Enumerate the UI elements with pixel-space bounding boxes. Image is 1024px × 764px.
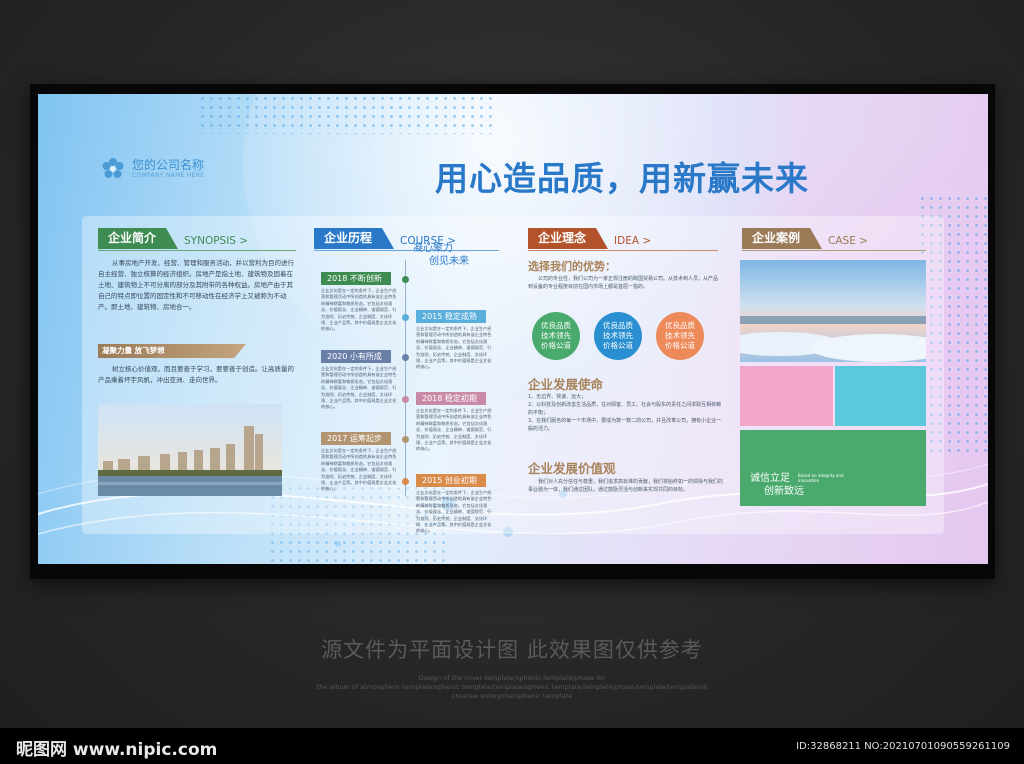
- timeline-text: 企业文化是在一定的条件下，企业生产经营和管理活动中所创造的具有该企业特色的精神财…: [321, 448, 397, 492]
- watermark-line-1: Design of the cover template/sphenic tem…: [418, 674, 606, 682]
- circle-line-3: 价格公道: [541, 341, 571, 350]
- case-pink-block: [740, 366, 833, 426]
- value-title: 企业发展价值观: [528, 461, 616, 476]
- synopsis-en: SYNOPSIS >: [184, 235, 249, 247]
- mission-item: 1、无边界、快速、远大；: [528, 394, 587, 400]
- timeline-text: 企业文化是在一定的条件下，企业生产经营和管理活动中所创造的具有该企业特色的精神财…: [416, 490, 492, 534]
- case-slogan-1: 诚信立足: [750, 473, 790, 484]
- case-rule: [742, 250, 926, 251]
- course-rule: [314, 250, 499, 251]
- timeline-text: 企业文化是在一定的条件下，企业生产经营和管理活动中所创造的具有该企业特色的精神财…: [416, 326, 492, 370]
- timeline-dot: [402, 436, 409, 443]
- display-board: 您的公司名称 COMPANY NAME HERE 用心造品质，用新赢未来 企业简…: [38, 94, 988, 564]
- timeline-item: 2020 小有所成 企业文化是在一定的条件下，企业生产经营和管理活动中所创造的具…: [321, 350, 397, 411]
- circle-line-2: 技术领先: [665, 331, 695, 340]
- watermark-main: 源文件为平面设计图 此效果图仅供参考: [321, 638, 703, 662]
- watermark-line-3: creative enterprise/sphenic template: [451, 692, 573, 700]
- watermark-line-2: the album of atmospheric template/spheni…: [316, 683, 708, 691]
- circle-line-1: 优良品质: [665, 321, 695, 330]
- case-en: CASE >: [828, 235, 868, 247]
- course-tag: 企业历程: [314, 228, 395, 249]
- circle-line-1: 优良品质: [603, 321, 633, 330]
- timeline-dot: [402, 276, 409, 283]
- idea-rule: [528, 250, 718, 251]
- synopsis-tag: 企业简介: [98, 228, 179, 249]
- timeline-text: 企业文化是在一定的条件下，企业生产经营和管理活动中所创造的具有该企业特色的精神财…: [416, 408, 492, 452]
- image-id: ID:32868211 NO:20210701090559261109: [796, 741, 1010, 752]
- timeline-item: 2018 稳定初期 企业文化是在一定的条件下，企业生产经营和管理活动中所创造的具…: [416, 392, 492, 453]
- timeline-label: 2020 小有所成: [321, 350, 391, 363]
- circle-line-2: 技术领先: [603, 331, 633, 340]
- dot-pattern-top: [198, 94, 498, 134]
- synopsis-subtag: 凝聚力量 放飞梦想: [102, 346, 165, 355]
- course-slogan-1: 凝心聚力: [413, 243, 453, 254]
- timeline-dot: [402, 396, 409, 403]
- mission-list: 1、无边界、快速、远大； 2、以科技及创新改善生活品质，在对顾客、员工、社会与股…: [528, 393, 723, 433]
- timeline-dot: [402, 354, 409, 361]
- circle-line-2: 技术领先: [541, 331, 571, 340]
- idea-tag: 企业理念: [528, 228, 609, 249]
- timeline-label: 2018 稳定初期: [416, 392, 486, 405]
- timeline-dot: [402, 314, 409, 321]
- timeline-axis: [405, 260, 406, 496]
- timeline-item: 2017 运筹起步 企业文化是在一定的条件下，企业生产经营和管理活动中所创造的具…: [321, 432, 397, 493]
- synopsis-title: 企业简介 SYNOPSIS >: [98, 228, 248, 249]
- course-slogan-2: 创见未来: [429, 256, 469, 267]
- circle-line-1: 优良品质: [541, 321, 571, 330]
- synopsis-text-2: 树立核心价值观，而且要善于学习，要要善于创造。让高质量的产品乘着坏宇风帆，冲出亚…: [98, 365, 294, 384]
- mission-item: 3、在我们服务的每一个市场中，要成为数一数二的公司，并且改革公司，拥有小企业一般…: [528, 418, 722, 432]
- company-name: 您的公司名称: [132, 158, 205, 172]
- course-slogan: 凝心聚力 创见未来: [413, 242, 469, 268]
- timeline-text: 企业文化是在一定的条件下，企业生产经营和管理活动中所创造的具有该企业特色的精神财…: [321, 288, 397, 332]
- timeline-label: 2015 创业初期: [416, 474, 486, 487]
- mission-item: 2、以科技及创新改善生活品质，在对顾客、员工、社会与股东的责任之间求取互相依赖的…: [528, 402, 722, 416]
- timeline-item: 2015 创业初期 企业文化是在一定的条件下，企业生产经营和管理活动中所创造的具…: [416, 474, 492, 535]
- case-cyan-block: [835, 366, 926, 426]
- timeline-item: 2015 稳定成熟 企业文化是在一定的条件下，企业生产经营和管理活动中所创造的具…: [416, 310, 492, 371]
- timeline-item: 2018 不断创新 企业文化是在一定的条件下，企业生产经营和管理活动中所创造的具…: [321, 272, 397, 333]
- advantage-circle: 优良品质 技术领先 价格公道: [532, 312, 580, 360]
- timeline-text: 企业文化是在一定的条件下，企业生产经营和管理活动中所创造的具有该企业特色的精神财…: [321, 366, 397, 410]
- advantage-circle: 优良品质 技术领先 价格公道: [656, 312, 704, 360]
- city-skyline-photo: [98, 404, 282, 496]
- circle-line-3: 价格公道: [665, 341, 695, 350]
- case-title: 企业案例 CASE >: [742, 228, 868, 249]
- company-name-en: COMPANY NAME HERE: [132, 172, 205, 179]
- company-logo: 您的公司名称 COMPANY NAME HERE: [100, 156, 204, 182]
- value-text: 我们对人充分信任与尊重，我们追求高标准的贡献，我们将始终如一的情操与我们的事业融…: [528, 479, 724, 493]
- case-slogan-en: Based on integrity and innovation: [798, 473, 844, 483]
- idea-en: IDEA >: [614, 235, 652, 247]
- idea-title: 企业理念 IDEA >: [528, 228, 651, 249]
- advantage-circle: 优良品质 技术领先 价格公道: [594, 312, 642, 360]
- advantage-text: 公司的专业性，我们公司为一家正规注册的跨国贸易公司。从技术到人员，从产品到设备的…: [528, 276, 719, 290]
- sea-cloud-photo: [740, 260, 926, 362]
- mission-title: 企业发展使命: [528, 377, 604, 392]
- synopsis-text: 从事房地产开发、经营、管理和服务活动，并以营利为目的进行自主经营、独立核算的经济…: [98, 259, 294, 311]
- case-green-block: 诚信立足 创新致远 Based on integrity and innovat…: [740, 430, 926, 506]
- timeline-label: 2015 稳定成熟: [416, 310, 486, 323]
- flower-logo-icon: [100, 156, 126, 182]
- timeline-label: 2017 运筹起步: [321, 432, 391, 445]
- synopsis-rule: [98, 250, 296, 251]
- case-slogan-2: 创新致远: [764, 486, 804, 497]
- circle-line-3: 价格公道: [603, 341, 633, 350]
- advantage-title: 选择我们的优势：: [528, 260, 616, 273]
- site-logo[interactable]: 昵图网 www.nipic.com: [16, 735, 217, 760]
- case-slogan: 诚信立足 创新致远: [750, 472, 804, 498]
- headline: 用心造品质，用新赢未来: [435, 159, 809, 198]
- case-tag: 企业案例: [742, 228, 823, 249]
- timeline-label: 2018 不断创新: [321, 272, 391, 285]
- timeline-dot: [402, 478, 409, 485]
